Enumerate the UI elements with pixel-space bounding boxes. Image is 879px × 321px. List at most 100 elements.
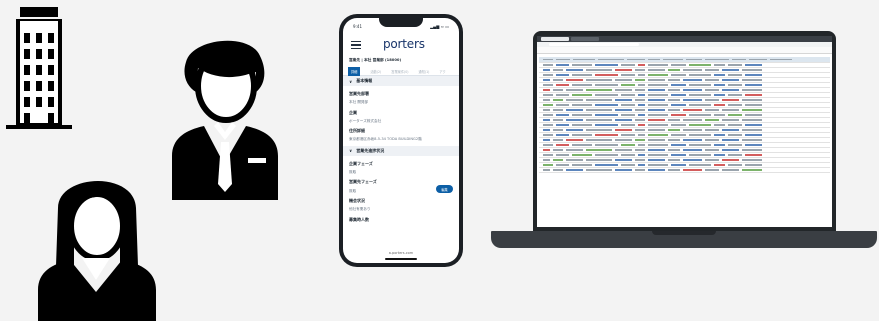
table-cell (615, 129, 632, 131)
table-cell (543, 164, 553, 166)
field-department: 営業先部署 本社 開発部 (343, 91, 459, 105)
table-cell (543, 144, 553, 146)
table-cell (683, 149, 702, 151)
table-cell (705, 69, 719, 71)
table-cell (621, 74, 635, 76)
table-cell (638, 164, 645, 166)
table-cell (638, 134, 645, 136)
home-indicator (385, 258, 417, 260)
table-cell (728, 124, 742, 126)
table-cell (572, 134, 592, 136)
chevron-down-icon: ∨ (349, 78, 353, 84)
table-cell (566, 149, 583, 151)
section-sales-info[interactable]: ∨ 営業先進捗状況 (343, 145, 459, 156)
table-cell (635, 169, 645, 171)
table-cell (638, 74, 645, 76)
table-cell (671, 144, 686, 146)
businesswoman-icon (38, 180, 156, 321)
table-cell (543, 84, 553, 86)
edit-button[interactable]: 編集 (436, 185, 453, 194)
status-icons: ▂▄▆ ≈ ▭ (430, 23, 449, 29)
table-cell (648, 134, 668, 136)
table-cell (556, 154, 569, 156)
section-basic-info-label: 基本情報 (356, 78, 373, 83)
grid-header-cell (598, 58, 624, 61)
section-basic-info[interactable]: ∨ 基本情報 (343, 76, 459, 86)
table-cell (556, 114, 569, 116)
table-cell (635, 139, 645, 141)
table-cell (635, 119, 645, 121)
address-input[interactable] (549, 43, 639, 46)
table-cell (689, 144, 711, 146)
table-cell (714, 114, 725, 116)
table-cell (683, 159, 702, 161)
field-value: ポーターズ株式会社 (349, 118, 382, 123)
table-cell (722, 69, 739, 71)
field-company: 企業 ポーターズ株式会社 (343, 110, 459, 124)
table-cell (615, 69, 632, 71)
table-cell (595, 84, 618, 86)
table-cell (728, 74, 742, 76)
table-cell (705, 119, 719, 121)
table-cell (668, 99, 680, 101)
browser-tab[interactable] (571, 37, 599, 41)
table-cell (745, 64, 762, 66)
table-cell (566, 89, 583, 91)
table-cell (556, 94, 569, 96)
table-cell (553, 79, 563, 81)
table-cell (705, 99, 719, 101)
table-cell (556, 164, 569, 166)
table-cell (648, 104, 668, 106)
table-cell (566, 169, 583, 171)
table-cell (683, 139, 702, 141)
table-row[interactable] (539, 168, 830, 173)
table-cell (638, 64, 645, 66)
table-cell (668, 159, 680, 161)
table-cell (722, 129, 739, 131)
table-cell (705, 169, 719, 171)
table-cell (648, 144, 668, 146)
table-cell (714, 124, 725, 126)
table-cell (621, 124, 635, 126)
table-cell (714, 64, 725, 66)
table-cell (543, 109, 550, 111)
status-time: 9:41 (353, 23, 362, 29)
app-toolbar (537, 47, 832, 54)
table-cell (671, 124, 686, 126)
table-cell (543, 134, 553, 136)
tab-deals[interactable]: 営業案件(0) (391, 69, 408, 74)
table-cell (566, 109, 583, 111)
browser-tab[interactable] (541, 37, 569, 41)
table-cell (648, 124, 668, 126)
table-cell (648, 119, 665, 121)
tab-activity[interactable]: 活動(2) (370, 69, 381, 74)
table-cell (621, 154, 635, 156)
table-cell (683, 79, 702, 81)
table-cell (572, 104, 592, 106)
table-cell (595, 94, 618, 96)
table-cell (543, 149, 550, 151)
field-label: 営業先部署 (349, 91, 369, 96)
table-cell (745, 144, 762, 146)
tab-more[interactable]: アク (439, 69, 445, 74)
table-cell (714, 164, 725, 166)
table-cell (722, 139, 739, 141)
tab-details[interactable]: 詳細 (348, 66, 361, 76)
table-cell (621, 114, 635, 116)
table-cell (648, 129, 665, 131)
phone-screen: 9:41 ▂▄▆ ≈ ▭ porters 営業先 | 本社 営業部 (18000… (343, 18, 459, 263)
table-cell (742, 159, 762, 161)
tab-notifications[interactable]: 通知(1) (419, 69, 430, 74)
table-cell (668, 139, 680, 141)
table-cell (689, 164, 711, 166)
table-cell (615, 99, 632, 101)
table-cell (728, 84, 742, 86)
table-cell (595, 144, 618, 146)
table-cell (668, 119, 680, 121)
table-cell (586, 169, 612, 171)
grid-header-cell (543, 58, 553, 61)
table-cell (556, 124, 569, 126)
table-cell (566, 69, 583, 71)
hamburger-menu-icon[interactable] (351, 41, 361, 49)
table-cell (648, 169, 665, 171)
